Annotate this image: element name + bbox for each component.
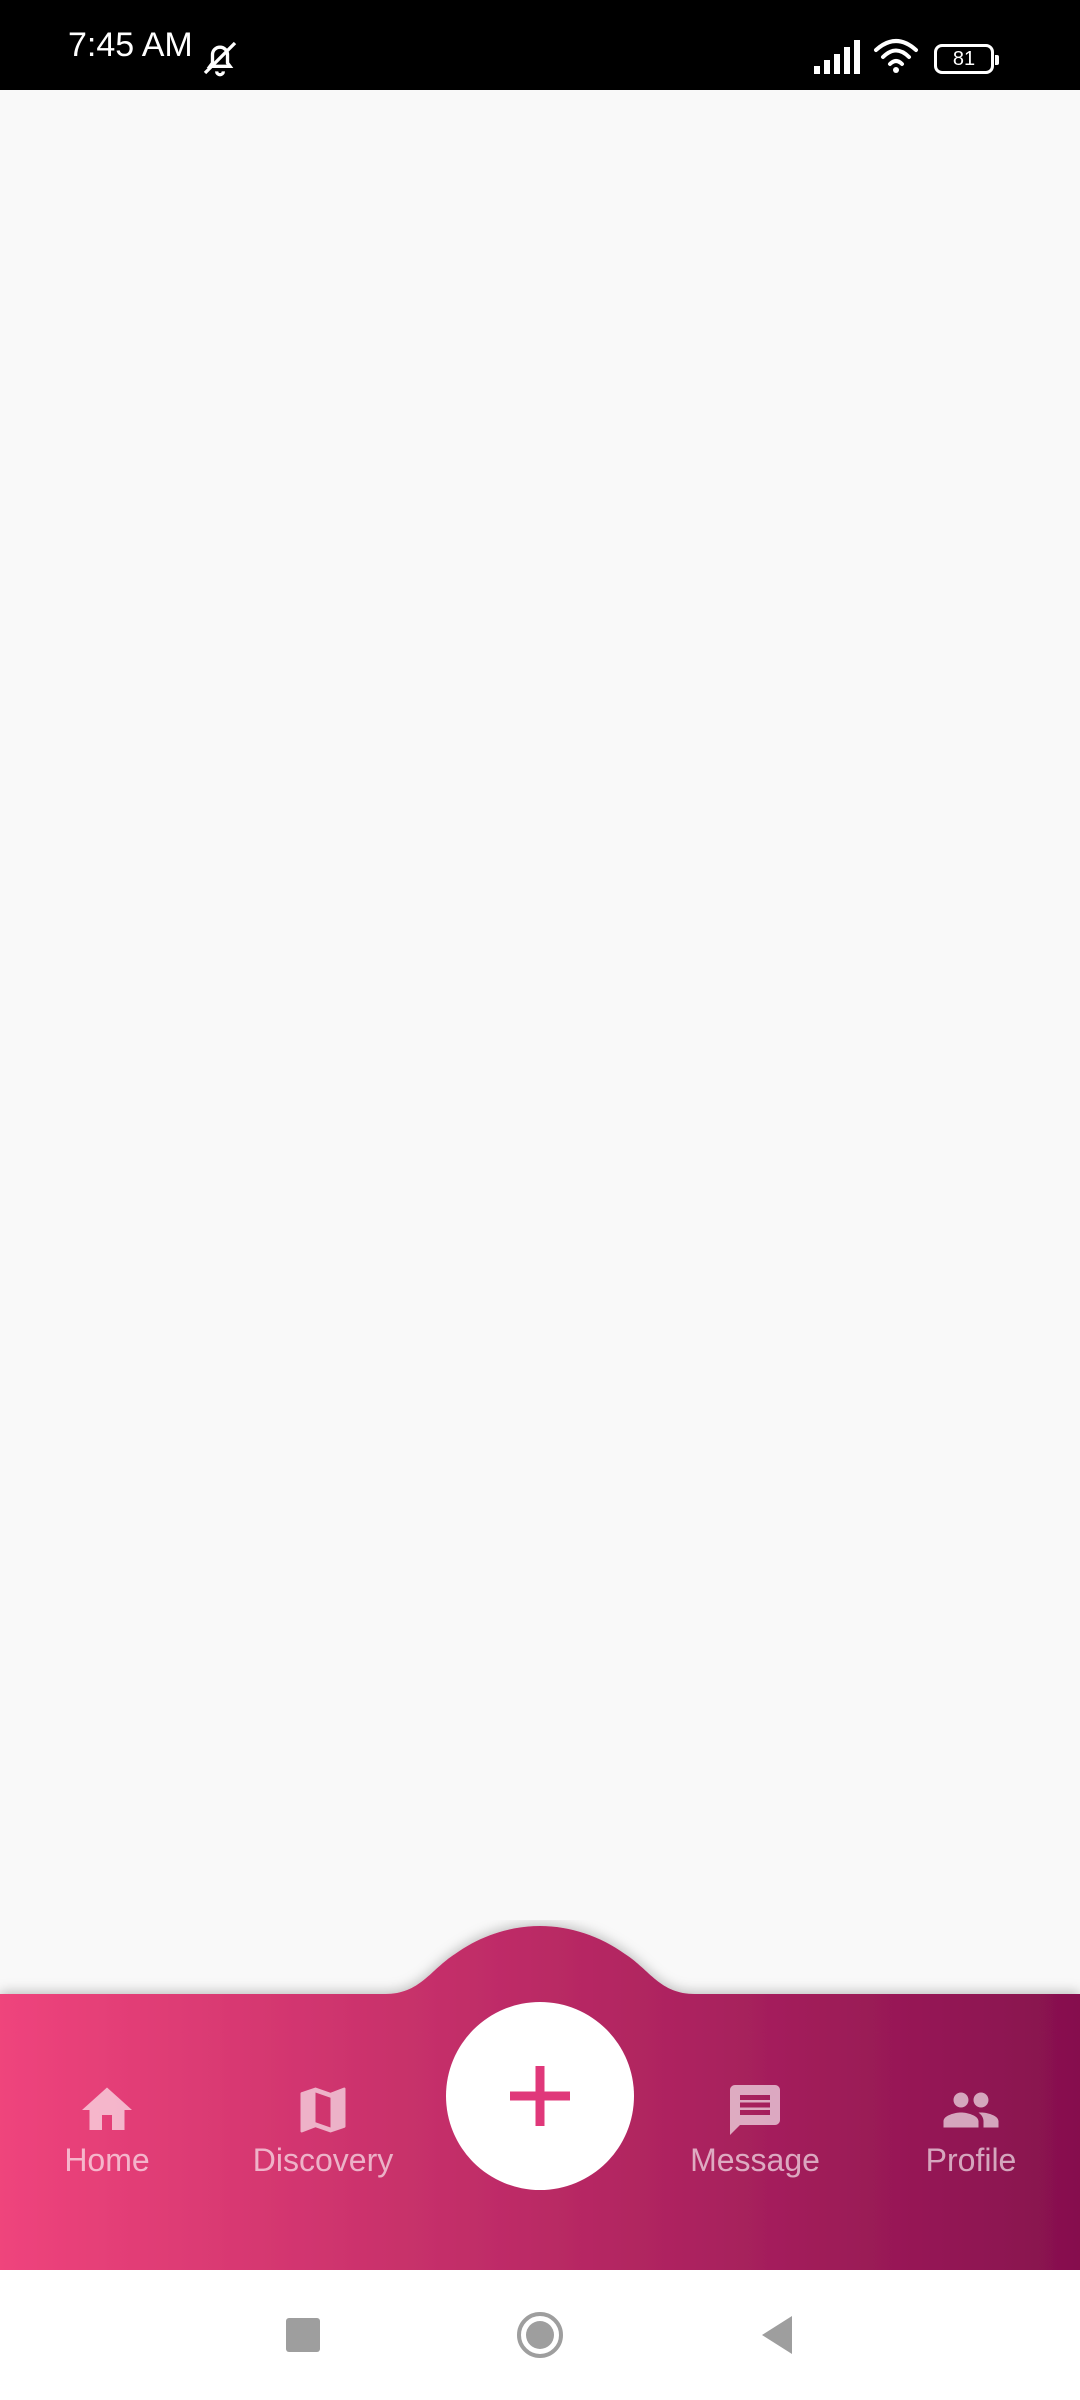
bell-off-icon: [203, 41, 237, 77]
nav-item-message[interactable]: Message: [670, 2080, 840, 2190]
battery-icon: 81: [934, 44, 999, 74]
signal-icon: [814, 40, 860, 74]
home-icon: [82, 2087, 132, 2130]
recents-button[interactable]: [278, 2310, 328, 2360]
battery-level: 81: [952, 48, 976, 70]
add-button[interactable]: [446, 2002, 634, 2190]
nav-label-discovery: Discovery: [252, 2142, 394, 2178]
wifi-icon: [874, 39, 918, 73]
nav-item-home[interactable]: Home: [22, 2080, 192, 2190]
system-nav-bar: [0, 2270, 1080, 2400]
nav-label-profile: Profile: [925, 2142, 1017, 2178]
nav-label-message: Message: [690, 2142, 820, 2178]
status-bar: 7:45 AM 81: [0, 0, 1080, 90]
home-button[interactable]: [515, 2310, 565, 2360]
back-button[interactable]: [752, 2310, 802, 2360]
status-time: 7:45 AM: [68, 26, 193, 64]
nav-label-home: Home: [64, 2142, 150, 2178]
message-icon: [730, 2085, 780, 2135]
main-content: [0, 90, 1080, 1995]
nav-item-discovery[interactable]: Discovery: [238, 2080, 408, 2190]
nav-item-profile[interactable]: Profile: [886, 2080, 1056, 2190]
map-icon: [300, 2087, 346, 2133]
people-icon: [943, 2092, 999, 2128]
plus-icon: [510, 2066, 570, 2126]
